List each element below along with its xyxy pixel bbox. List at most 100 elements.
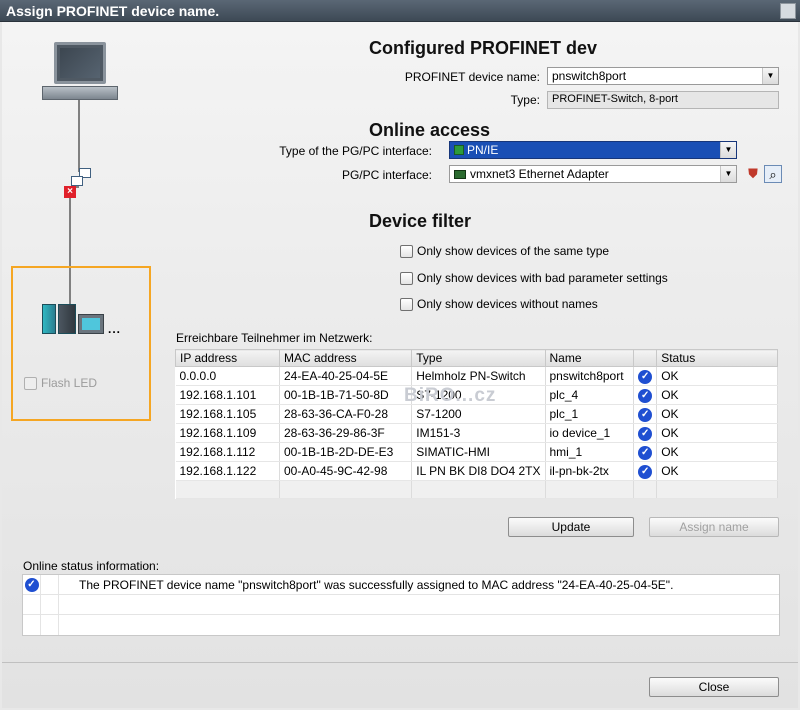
- status-message: The PROFINET device name "pnswitch8port"…: [79, 577, 674, 592]
- filter-without-names-checkbox[interactable]: [400, 297, 413, 311]
- online-access-heading: Online access: [369, 120, 491, 140]
- status-row: ✓ The PROFINET device name "pnswitch8por…: [23, 575, 779, 595]
- window-title: Assign PROFINET device name.: [6, 3, 220, 19]
- cell-status: OK: [656, 442, 778, 462]
- table-row[interactable]: 192.168.1.122 00-A0-45-9C-42-98 IL PN BK…: [175, 461, 778, 481]
- checkmark-circle-icon: ✓: [638, 389, 653, 403]
- column-header-status[interactable]: Status: [656, 349, 778, 367]
- cell-type: IM151-3: [411, 423, 546, 443]
- assign-name-button[interactable]: Assign name: [649, 517, 779, 537]
- filter-bad-params-checkbox[interactable]: [400, 271, 413, 285]
- checkmark-circle-icon: ✓: [638, 446, 653, 460]
- cell-type: IL PN BK DI8 DO4 2TX: [411, 461, 546, 481]
- cell-ip: 192.168.1.122: [175, 461, 280, 481]
- cell-mac: 28-63-36-29-86-3F: [279, 423, 413, 443]
- checkmark-circle-icon: ✓: [638, 370, 653, 384]
- device-name-combo[interactable]: pnswitch8port ▼: [547, 67, 779, 85]
- status-row-empty: [23, 595, 779, 615]
- grid-title: Erreichbare Teilnehmer im Netzwerk:: [176, 331, 373, 345]
- table-row[interactable]: 192.168.1.112 00-1B-1B-2D-DE-E3 SIMATIC-…: [175, 442, 778, 462]
- update-button[interactable]: Update: [508, 517, 634, 537]
- filter-same-type-label: Only show devices of the same type: [417, 244, 610, 258]
- type-field: PROFINET-Switch, 8-port: [547, 91, 779, 109]
- status-row-empty-2: [23, 615, 779, 635]
- filter-without-names-label: Only show devices without names: [417, 297, 598, 311]
- interface-combo[interactable]: vmxnet3 Ethernet Adapter ▼: [449, 165, 737, 183]
- chevron-down-icon[interactable]: ▼: [762, 68, 778, 84]
- interface-type-combo[interactable]: PN/IE ▼: [449, 141, 737, 159]
- network-icon: [454, 145, 464, 155]
- table-row[interactable]: 192.168.1.109 28-63-36-29-86-3F IM151-3 …: [175, 423, 778, 443]
- cell-type: SIMATIC-HMI: [411, 442, 546, 462]
- pg-laptop-base: [42, 86, 118, 100]
- checkmark-circle-icon: ✓: [638, 465, 653, 479]
- column-header-name[interactable]: Name: [544, 349, 635, 367]
- status-list: ✓ The PROFINET device name "pnswitch8por…: [22, 574, 780, 636]
- cell-ip: 192.168.1.109: [175, 423, 280, 443]
- cell-type: S7-1200: [411, 404, 546, 424]
- cell-status: OK: [656, 423, 778, 443]
- cell-status: OK: [656, 366, 778, 386]
- type-label: Type:: [510, 93, 540, 107]
- column-header-mac[interactable]: MAC address: [278, 349, 413, 367]
- filter-same-type[interactable]: Only show devices of the same type: [400, 244, 609, 258]
- cell-mac: 28-63-36-CA-F0-28: [279, 404, 413, 424]
- cell-mac: 00-A0-45-9C-42-98: [279, 461, 413, 481]
- footer-divider: [2, 662, 798, 663]
- ethernet-adapter-icon: [454, 169, 466, 179]
- column-header-type[interactable]: Type: [411, 349, 546, 367]
- cell-ip: 0.0.0.0: [175, 366, 280, 386]
- connection-line-upper: [78, 100, 80, 172]
- filter-same-type-checkbox[interactable]: [400, 244, 413, 258]
- table-header-row: IP address MAC address Type Name Status: [175, 349, 778, 367]
- cell-ip: 192.168.1.105: [175, 404, 280, 424]
- window-close-button[interactable]: [780, 3, 796, 19]
- filter-bad-params-label: Only show devices with bad parameter set…: [417, 271, 668, 285]
- device-name-value: pnswitch8port: [552, 69, 627, 83]
- chevron-down-icon[interactable]: ▼: [720, 166, 736, 182]
- shield-icon[interactable]: ⛊: [744, 165, 762, 183]
- column-header-ip[interactable]: IP address: [175, 349, 280, 367]
- device-filter-heading: Device filter: [369, 211, 472, 231]
- pg-laptop-icon: [54, 42, 106, 84]
- cell-status: OK: [656, 385, 778, 405]
- selected-device-frame[interactable]: [11, 266, 151, 421]
- flash-led-checkbox[interactable]: Flash LED: [24, 376, 97, 390]
- close-button[interactable]: Close: [649, 677, 779, 697]
- table-row-empty: [175, 480, 778, 499]
- cell-ip: 192.168.1.101: [175, 385, 280, 405]
- filter-without-names[interactable]: Only show devices without names: [400, 297, 598, 311]
- cell-name: plc_1: [545, 404, 635, 424]
- plc-module-icon: [42, 304, 56, 334]
- interface-label: PG/PC interface:: [341, 168, 432, 182]
- checkmark-circle-icon: ✓: [638, 427, 653, 441]
- hmi-device-icon: [78, 314, 104, 334]
- flash-led-checkbox-box[interactable]: [24, 376, 37, 390]
- table-row[interactable]: 0.0.0.0 24-EA-40-25-04-5E Helmholz PN-Sw…: [175, 366, 778, 386]
- more-icon: ...: [108, 322, 122, 336]
- cell-type: Helmholz PN-Switch: [411, 366, 546, 386]
- title-bar: Assign PROFINET device name.: [0, 0, 800, 22]
- cell-name: io device_1: [545, 423, 635, 443]
- network-node-icon-2: [71, 176, 83, 186]
- cell-mac: 00-1B-1B-71-50-8D: [279, 385, 413, 405]
- interface-value: vmxnet3 Ethernet Adapter: [470, 167, 609, 181]
- table-row[interactable]: 192.168.1.105 28-63-36-CA-F0-28 S7-1200 …: [175, 404, 778, 424]
- column-header-status-icon[interactable]: [633, 349, 658, 367]
- plc-cpu-icon: [58, 304, 76, 334]
- search-icon[interactable]: ⌕: [764, 165, 782, 183]
- cell-name: hmi_1: [545, 442, 635, 462]
- chevron-down-icon[interactable]: ▼: [720, 142, 736, 158]
- status-label: Online status information:: [23, 559, 160, 573]
- cell-status: OK: [656, 404, 778, 424]
- cell-name: il-pn-bk-2tx: [545, 461, 635, 481]
- filter-bad-params[interactable]: Only show devices with bad parameter set…: [400, 271, 668, 285]
- cell-mac: 00-1B-1B-2D-DE-E3: [279, 442, 413, 462]
- checkmark-circle-icon: ✓: [638, 408, 653, 422]
- cell-mac: 24-EA-40-25-04-5E: [279, 366, 413, 386]
- cell-name: plc_4: [545, 385, 635, 405]
- device-name-label: PROFINET device name:: [404, 70, 540, 84]
- cell-name: pnswitch8port: [545, 366, 635, 386]
- cell-status: OK: [656, 461, 778, 481]
- watermark: BiRO...cz: [404, 385, 497, 406]
